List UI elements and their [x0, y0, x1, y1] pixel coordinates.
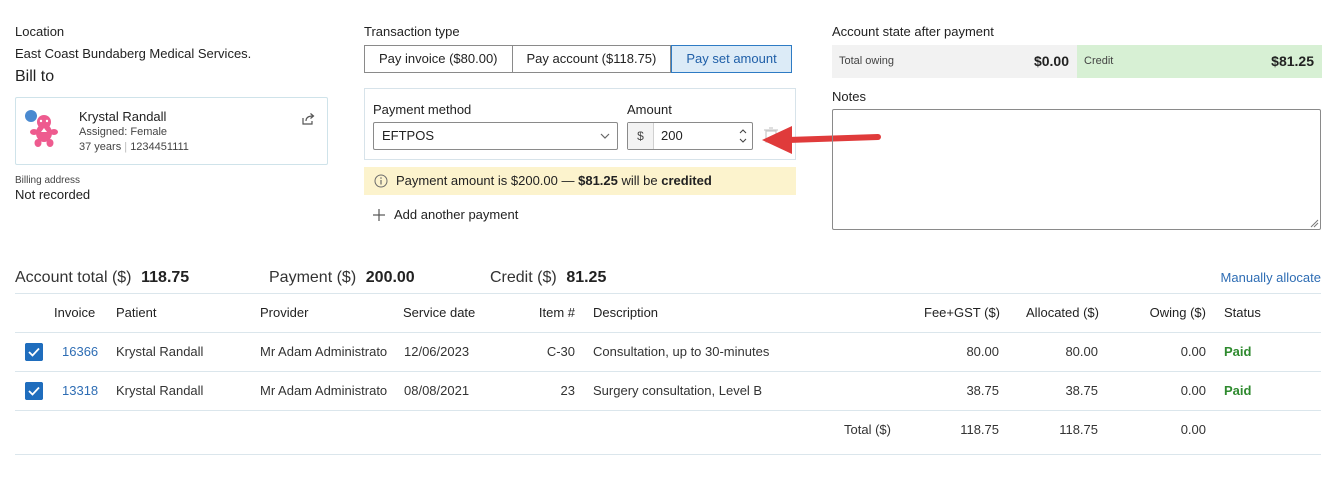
- col-header-fee[interactable]: Fee+GST ($): [900, 305, 1000, 320]
- total-allocated: 118.75: [1059, 422, 1098, 437]
- payment-method-label: Payment method: [373, 102, 472, 117]
- location-label: Location: [15, 24, 65, 39]
- cell-allocated: 80.00: [1065, 344, 1098, 359]
- table-divider: [15, 293, 1321, 294]
- payment-method-select[interactable]: EFTPOS: [373, 122, 618, 150]
- invoice-link[interactable]: 16366: [62, 344, 98, 359]
- plus-icon: [373, 208, 385, 221]
- cell-item: 23: [560, 383, 575, 398]
- patient-avatar: [25, 110, 58, 147]
- patient-details: 37 years | 1234451111: [79, 141, 189, 153]
- col-header-owing[interactable]: Owing ($): [1106, 305, 1206, 320]
- credit-box: Credit $81.25: [1077, 45, 1322, 78]
- manually-allocate-link[interactable]: Manually allocate: [1221, 270, 1321, 285]
- cell-description: Consultation, up to 30-minutes: [593, 344, 770, 359]
- account-total-value: 118.75: [141, 269, 190, 286]
- notice-mid: will be: [617, 173, 662, 188]
- add-payment-button[interactable]: Add another payment: [372, 207, 518, 222]
- table-divider: [15, 454, 1321, 455]
- col-header-patient[interactable]: Patient: [116, 305, 156, 320]
- credit-value: $81.25: [1271, 53, 1314, 69]
- add-payment-label: Add another payment: [394, 207, 519, 222]
- transaction-type-group: Pay invoice ($80.00) Pay account ($118.7…: [364, 45, 792, 73]
- billing-address-value: Not recorded: [15, 187, 91, 202]
- total-label: Total ($): [844, 422, 891, 437]
- spin-icon[interactable]: [738, 125, 748, 147]
- info-icon: [374, 174, 388, 188]
- checkbox-icon[interactable]: [25, 382, 43, 400]
- total-owing: 0.00: [1180, 422, 1206, 437]
- chevron-down-icon: [600, 133, 610, 139]
- account-state-label: Account state after payment: [832, 24, 994, 39]
- table-row[interactable]: 16366 Krystal Randall Mr Adam Administra…: [0, 333, 1335, 371]
- status-badge: Paid: [1224, 344, 1252, 359]
- pay-set-amount-button[interactable]: Pay set amount: [671, 45, 792, 73]
- notice-amount: $81.25: [578, 173, 618, 188]
- credit-summary-value: 81.25: [566, 269, 607, 286]
- checkbox-icon[interactable]: [25, 343, 43, 361]
- payment-notice: Payment amount is $200.00 — $81.25 will …: [364, 167, 796, 195]
- cell-provider: Mr Adam Administrato: [260, 383, 388, 398]
- cell-provider: Mr Adam Administrato: [260, 344, 388, 359]
- share-icon[interactable]: [301, 112, 315, 126]
- cell-allocated: 38.75: [1065, 383, 1098, 398]
- col-header-allocated[interactable]: Allocated ($): [999, 305, 1099, 320]
- payment-summary: Payment ($) 200.00: [269, 269, 415, 287]
- cell-fee: 38.75: [966, 383, 999, 398]
- col-header-service-date[interactable]: Service date: [403, 305, 475, 320]
- notice-text: Payment amount is $200.00 — $81.25 will …: [396, 167, 712, 195]
- status-badge: Paid: [1224, 383, 1252, 398]
- patient-age: 37 years: [79, 141, 122, 153]
- total-owing-label: Total owing: [839, 55, 895, 67]
- patient-gender: Assigned: Female: [79, 126, 168, 138]
- col-header-item[interactable]: Item #: [515, 305, 575, 320]
- transaction-type-label: Transaction type: [364, 24, 460, 39]
- credit-summary-label: Credit ($): [490, 269, 557, 286]
- amount-field[interactable]: $ 200: [627, 122, 753, 150]
- patient-name: Krystal Randall: [79, 109, 167, 124]
- pay-invoice-button[interactable]: Pay invoice ($80.00): [364, 45, 513, 73]
- table-total-row: Total ($) 118.75 118.75 0.00: [0, 411, 1335, 453]
- col-header-invoice[interactable]: Invoice: [54, 305, 95, 320]
- pay-account-button[interactable]: Pay account ($118.75): [512, 45, 672, 73]
- total-fee: 118.75: [960, 422, 999, 437]
- cell-item: C-30: [546, 344, 575, 359]
- notice-pre: Payment amount is $200.00 —: [396, 173, 579, 188]
- cell-owing: 0.00: [1180, 344, 1206, 359]
- col-header-status[interactable]: Status: [1224, 305, 1261, 320]
- cell-description: Surgery consultation, Level B: [593, 383, 763, 398]
- cell-patient: Krystal Randall: [116, 383, 204, 398]
- amount-input[interactable]: 200: [661, 123, 683, 149]
- notes-label: Notes: [832, 89, 866, 104]
- amount-label: Amount: [627, 102, 672, 117]
- credit-summary: Credit ($) 81.25: [490, 269, 606, 287]
- payment-summary-label: Payment ($): [269, 269, 357, 286]
- account-total-label: Account total ($): [15, 269, 132, 286]
- invoice-link[interactable]: 13318: [62, 383, 98, 398]
- total-owing-value: $0.00: [1033, 53, 1069, 69]
- notes-textarea[interactable]: [832, 109, 1321, 230]
- cell-patient: Krystal Randall: [116, 344, 204, 359]
- bill-to-heading: Bill to: [15, 68, 55, 85]
- col-header-provider[interactable]: Provider: [260, 305, 308, 320]
- notice-post: credited: [661, 173, 712, 188]
- payment-method-value: EFTPOS: [382, 128, 435, 143]
- payment-summary-value: 200.00: [365, 269, 415, 286]
- cell-owing: 0.00: [1180, 383, 1206, 398]
- cell-service-date: 12/06/2023: [404, 344, 470, 359]
- billing-address-label: Billing address: [15, 175, 81, 186]
- credit-label: Credit: [1084, 55, 1114, 67]
- total-owing-box: Total owing $0.00: [832, 45, 1077, 78]
- cell-service-date: 08/08/2021: [404, 383, 470, 398]
- payment-panel: Payment method EFTPOS Amount $ 200: [364, 88, 796, 160]
- cell-fee: 80.00: [966, 344, 999, 359]
- account-total-summary: Account total ($) 118.75: [15, 269, 189, 287]
- patient-card[interactable]: Krystal Randall Assigned: Female 37 year…: [15, 97, 328, 165]
- location-value: East Coast Bundaberg Medical Services.: [15, 46, 252, 61]
- resize-handle-icon[interactable]: [1309, 218, 1319, 228]
- table-row[interactable]: 13318 Krystal Randall Mr Adam Administra…: [0, 372, 1335, 410]
- currency-prefix: $: [628, 123, 654, 149]
- col-header-description[interactable]: Description: [593, 305, 658, 320]
- patient-id: 1234451111: [130, 141, 189, 153]
